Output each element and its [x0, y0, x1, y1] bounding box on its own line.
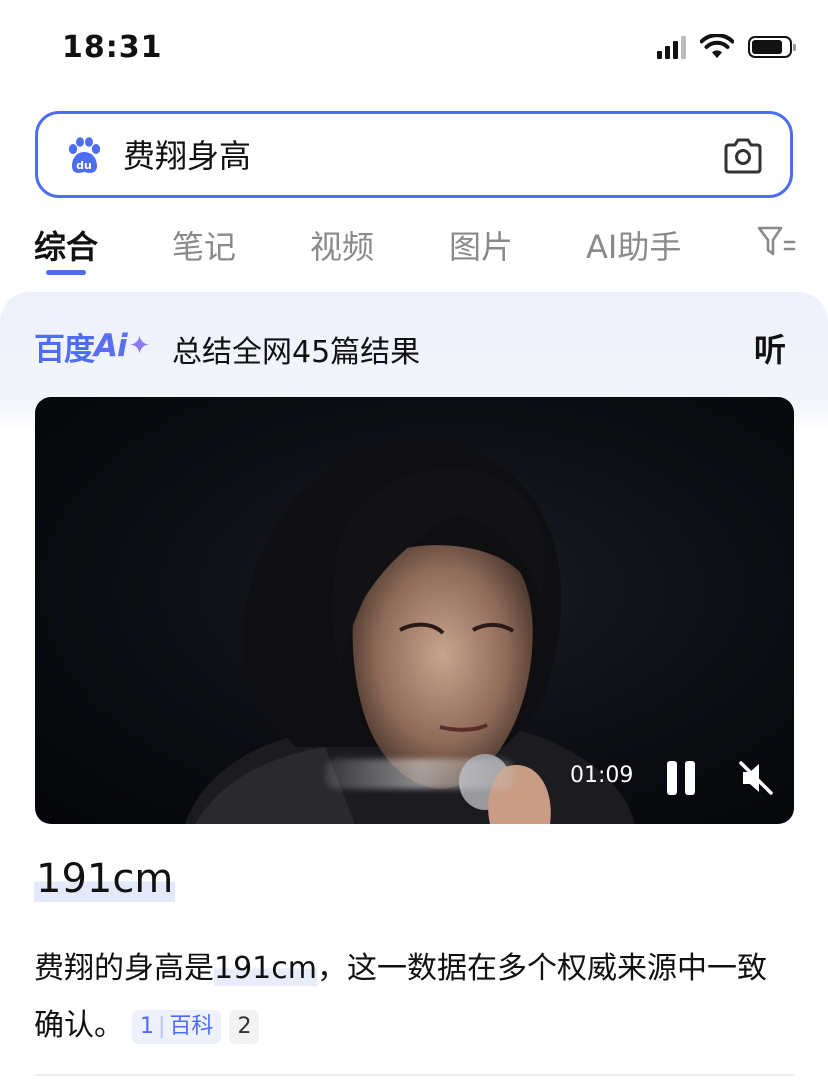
ai-summary-label: 总结全网45篇结果: [172, 335, 421, 370]
video-player[interactable]: 01:09: [35, 397, 794, 824]
result-body-prefix: 费翔的身高是: [34, 951, 214, 986]
search-box[interactable]: du: [35, 111, 793, 198]
status-icons: [657, 34, 796, 60]
listen-button[interactable]: 听: [754, 325, 786, 371]
baidu-ai-logo: 百度 Ai ✦: [34, 326, 151, 368]
search-input[interactable]: [123, 132, 683, 176]
pause-button[interactable]: [667, 761, 697, 795]
svg-text:du: du: [76, 159, 92, 172]
sparkle-icon: ✦: [128, 331, 151, 361]
citation-number: 2: [237, 1013, 252, 1039]
tab-ai-assistant[interactable]: AI助手: [586, 222, 681, 268]
status-time: 18:31: [62, 30, 163, 65]
cellular-signal-icon: [657, 35, 686, 59]
baidu-paw-icon: du: [68, 137, 101, 173]
baidu-ai-logo-ai: Ai: [94, 328, 128, 364]
filter-icon[interactable]: [756, 224, 796, 260]
mute-icon[interactable]: [735, 757, 777, 799]
video-watermark: [325, 759, 515, 789]
wifi-icon: [700, 34, 734, 58]
camera-icon[interactable]: [722, 136, 764, 176]
tab-videos[interactable]: 视频: [310, 222, 374, 268]
result-body-highlight: 191cm: [214, 951, 317, 986]
pause-icon-bar: [685, 761, 695, 795]
tab-notes[interactable]: 笔记: [172, 222, 236, 268]
pause-icon: [667, 761, 677, 795]
active-tab-indicator: [46, 270, 86, 275]
divider: [34, 1074, 794, 1076]
result-title-text: 191cm: [34, 856, 176, 902]
citation-number: 1: [140, 1013, 154, 1039]
result-body: 费翔的身高是191cm，这一数据在多个权威来源中一致确认。 1 | 百科 2: [34, 940, 794, 1054]
citation-1[interactable]: 1 | 百科: [132, 1009, 222, 1044]
citation-source: 百科: [169, 1013, 214, 1039]
tab-images[interactable]: 图片: [449, 222, 513, 268]
video-time: 01:09: [570, 763, 634, 788]
citation-2[interactable]: 2: [229, 1009, 260, 1044]
battery-icon: [748, 36, 796, 58]
tab-bar: 综合 笔记 视频 图片 AI助手: [0, 222, 828, 282]
baidu-ai-logo-text: 百度: [34, 331, 95, 368]
tab-all[interactable]: 综合: [34, 222, 98, 268]
result-title: 191cm: [34, 856, 176, 902]
